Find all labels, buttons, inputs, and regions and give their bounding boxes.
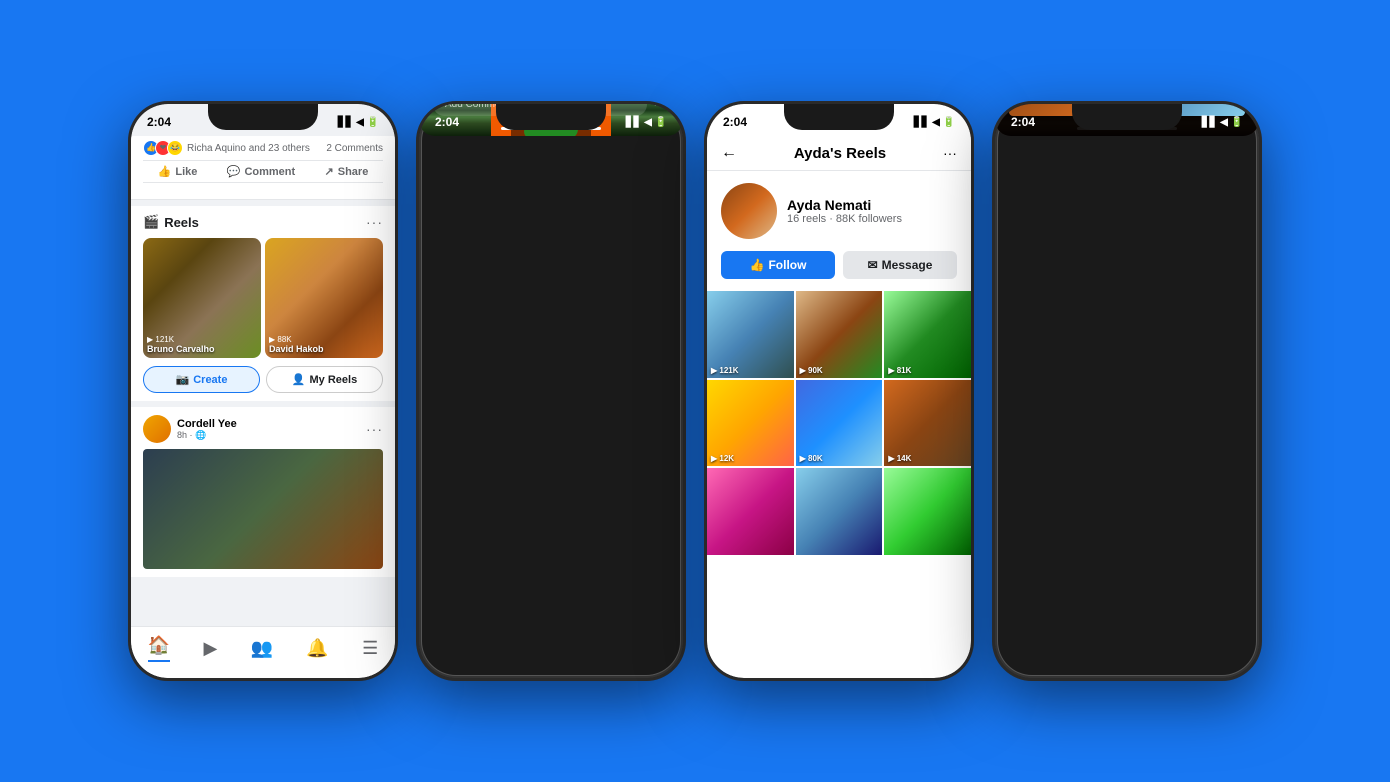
phone-1-bottom-nav: 🏠 ▶ 👥 🔔 ☰ (131, 626, 395, 678)
grid-views-3: ▶ 81K (888, 366, 911, 375)
grid-views-1: ▶ 121K (711, 366, 739, 375)
reel-1-label: Bruno Carvalho (147, 344, 215, 354)
my-reels-button[interactable]: 👤 My Reels (266, 366, 383, 393)
message-button[interactable]: ✉ Message (843, 251, 957, 279)
post-preview: Cordell Yee 8h · 🌐 ··· (131, 407, 395, 577)
nav-home-icon[interactable]: 🏠 (148, 635, 170, 662)
back-button[interactable]: ← (721, 144, 737, 162)
grid-thumb-8[interactable] (796, 468, 883, 555)
phone-3-status-icons: ▋▋ ◀ 🔋 (914, 117, 955, 128)
phone-2-notch (496, 104, 606, 130)
create-button[interactable]: 📷 Create (143, 366, 260, 393)
grid-thumb-2[interactable]: ▶ 90K (796, 291, 883, 378)
reels-section: 🎬 Reels ··· Bruno Carvalho ▶ 121K David … (131, 206, 395, 401)
phone-1-header: 👍 ❤ 😂 Richa Aquino and 23 others 2 Comme… (131, 136, 395, 200)
reel-thumb-1[interactable]: Bruno Carvalho ▶ 121K (143, 238, 261, 358)
grid-thumb-9[interactable] (884, 468, 971, 555)
phone-1-time: 2:04 (147, 115, 171, 129)
phone-1-notch (208, 104, 318, 130)
nav-friends-icon[interactable]: 👥 (251, 638, 273, 659)
phone-4-screen: 2:04 ▋▋ ◀ 🔋 Cancel Done 🌿 (995, 104, 1259, 136)
phone-2: 2:04 ▋▋ ◀ 🔋 (416, 101, 686, 681)
phone-3-header: ← Ayda's Reels ··· (707, 136, 971, 171)
reel-1-views: ▶ 121K (147, 335, 174, 344)
phone-3-screen: 2:04 ▋▋ ◀ 🔋 ← Ayda's Reels ··· Ayda Nema… (707, 104, 971, 678)
profile-info: Ayda Nemati 16 reels · 88K followers (787, 197, 957, 225)
phone-2-status-icons: ▋▋ ◀ 🔋 (626, 117, 667, 128)
phones-container: 2:04 ▋▋ ◀ 🔋 👍 ❤ 😂 Richa Aquino and 23 ot… (108, 81, 1282, 701)
comments-count: 2 Comments (326, 143, 383, 154)
phone-4-notch (1072, 104, 1182, 130)
profile-name: Ayda Nemati (787, 197, 957, 213)
phone-1-status-icons: ▋▋ ◀ 🔋 (338, 117, 379, 128)
create-buttons: 📷 Create 👤 My Reels (143, 366, 383, 393)
page-title: Ayda's Reels (794, 145, 886, 162)
phone-4-status-icons: ▋▋ ◀ 🔋 (1202, 117, 1243, 128)
phone-3-time: 2:04 (723, 115, 747, 129)
grid-views-2: ▶ 90K (800, 366, 823, 375)
reels-grid-3: ▶ 121K ▶ 90K ▶ 81K ▶ 12K ▶ 80K ▶ 14K (707, 291, 971, 555)
post-image (143, 449, 383, 569)
like-button[interactable]: 👍 Like (158, 165, 198, 178)
profile-stats: 16 reels · 88K followers (787, 213, 957, 225)
phone-2-time: 2:04 (435, 115, 459, 129)
nav-menu-icon[interactable]: ☰ (362, 638, 378, 659)
reel-thumb-2[interactable]: David Hakob ▶ 88K (265, 238, 383, 358)
phone-3: 2:04 ▋▋ ◀ 🔋 ← Ayda's Reels ··· Ayda Nema… (704, 101, 974, 681)
grid-views-6: ▶ 14K (888, 454, 911, 463)
post-user: Cordell Yee 8h · 🌐 ··· (143, 415, 383, 443)
grid-thumb-7[interactable] (707, 468, 794, 555)
phone-1-screen: 2:04 ▋▋ ◀ 🔋 👍 ❤ 😂 Richa Aquino and 23 ot… (131, 104, 395, 678)
reels-header: 🎬 Reels ··· (143, 214, 383, 230)
post-more-icon[interactable]: ··· (366, 421, 383, 437)
nav-bell-icon[interactable]: 🔔 (306, 638, 328, 659)
phone-4: 2:04 ▋▋ ◀ 🔋 Cancel Done 🌿 (992, 101, 1262, 681)
grid-thumb-4[interactable]: ▶ 12K (707, 380, 794, 467)
reel-2-views: ▶ 88K (269, 335, 292, 344)
follow-button[interactable]: 👍 Follow (721, 251, 835, 279)
post-username: Cordell Yee (177, 418, 237, 430)
reactions-text: Richa Aquino and 23 others (187, 143, 310, 154)
post-time: 8h · 🌐 (177, 430, 237, 441)
grid-thumb-1[interactable]: ▶ 121K (707, 291, 794, 378)
reactions-row: 👍 ❤ 😂 Richa Aquino and 23 others 2 Comme… (143, 136, 383, 160)
nav-video-icon[interactable]: ▶ (203, 638, 217, 659)
post-avatar (143, 415, 171, 443)
reels-grid: Bruno Carvalho ▶ 121K David Hakob ▶ 88K (143, 238, 383, 358)
comment-button[interactable]: 💬 Comment (227, 165, 295, 178)
share-button[interactable]: ↗ Share (325, 165, 369, 178)
reels-title: 🎬 Reels (143, 214, 199, 230)
grid-thumb-3[interactable]: ▶ 81K (884, 291, 971, 378)
reels-more-icon[interactable]: ··· (366, 214, 383, 230)
profile-actions: 👍 Follow ✉ Message (707, 251, 971, 291)
profile-section: Ayda Nemati 16 reels · 88K followers (707, 171, 971, 251)
phone-4-time: 2:04 (1011, 115, 1035, 129)
action-buttons: 👍 Like 💬 Comment ↗ Share (143, 160, 383, 183)
more-options-icon[interactable]: ··· (943, 145, 957, 161)
reel-2-label: David Hakob (269, 344, 324, 354)
grid-thumb-5[interactable]: ▶ 80K (796, 380, 883, 467)
phone-2-screen: 2:04 ▋▋ ◀ 🔋 (419, 104, 683, 136)
grid-thumb-6[interactable]: ▶ 14K (884, 380, 971, 467)
grid-views-4: ▶ 12K (711, 454, 734, 463)
grid-views-5: ▶ 80K (800, 454, 823, 463)
phone-3-notch (784, 104, 894, 130)
profile-avatar (721, 183, 777, 239)
phone-1: 2:04 ▋▋ ◀ 🔋 👍 ❤ 😂 Richa Aquino and 23 ot… (128, 101, 398, 681)
